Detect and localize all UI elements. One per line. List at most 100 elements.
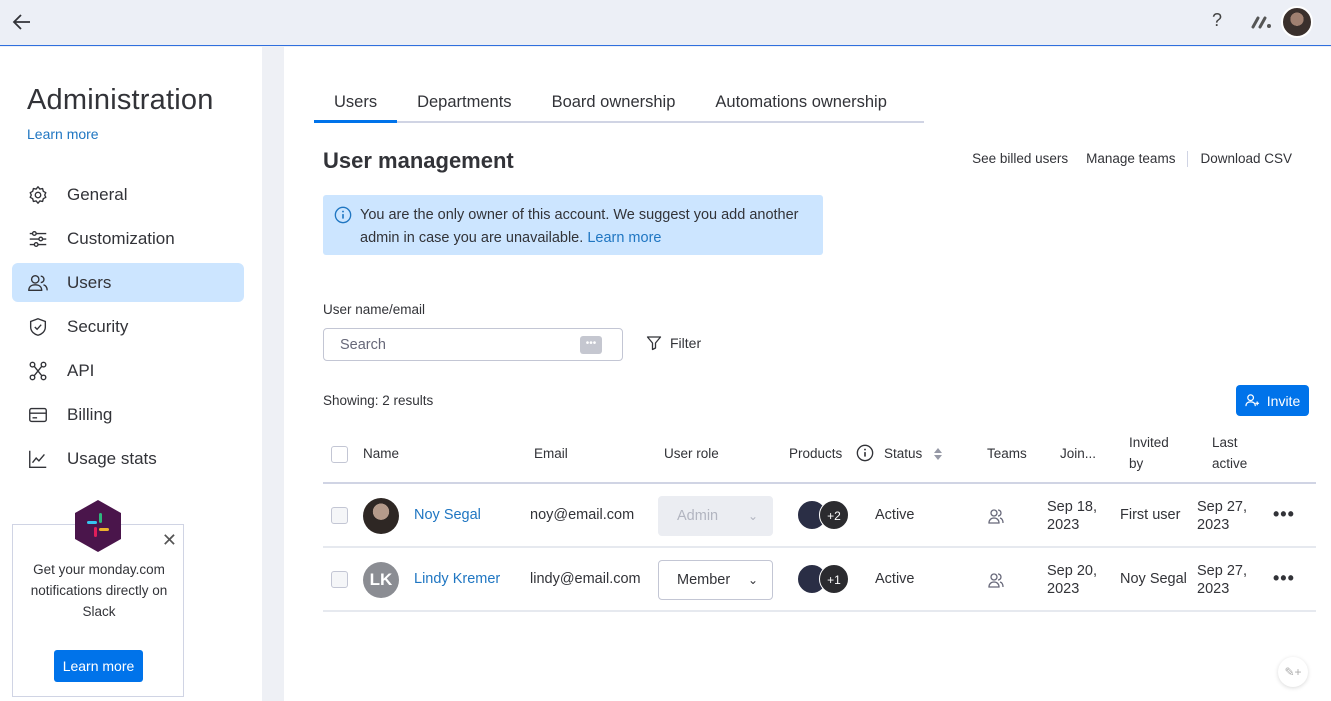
invited-by-value: First user — [1120, 507, 1181, 523]
joined-date: Sep 18, 2023 — [1047, 498, 1097, 534]
main-content: Users Departments Board ownership Automa… — [284, 47, 1331, 701]
search-box: ••• — [323, 328, 623, 361]
sidebar-learn-more-link[interactable]: Learn more — [27, 126, 99, 142]
col-email[interactable]: Email — [534, 443, 568, 464]
api-icon — [29, 361, 47, 380]
user-email: lindy@email.com — [530, 571, 641, 587]
filter-icon — [646, 336, 662, 351]
col-user-role[interactable]: User role — [664, 443, 719, 464]
users-table: Name Email User role Products Status Tea… — [323, 425, 1316, 612]
status-value: Active — [875, 571, 915, 587]
monday-logo-icon — [1251, 16, 1271, 29]
products-cell: +2 — [797, 500, 857, 532]
user-avatar[interactable] — [1281, 6, 1313, 38]
col-status[interactable]: Status — [884, 443, 922, 464]
sidebar-item-label: Security — [67, 316, 129, 336]
sidebar-item-label: API — [67, 360, 95, 380]
alert-message: You are the only owner of this account. … — [360, 204, 810, 250]
last-active-date: Sep 27, 2023 — [1197, 498, 1247, 534]
tab-users[interactable]: Users — [314, 87, 398, 123]
sidebar-item-label: Users — [67, 272, 112, 292]
invited-by-value: Noy Segal — [1120, 571, 1187, 587]
user-name-link[interactable]: Noy Segal — [414, 507, 481, 523]
teams-icon[interactable] — [987, 507, 1005, 525]
results-count: Showing: 2 results — [323, 393, 434, 408]
search-label: User name/email — [323, 302, 426, 317]
col-products[interactable]: Products — [789, 443, 842, 464]
tab-automations-ownership[interactable]: Automations ownership — [695, 87, 907, 123]
invite-button[interactable]: Invite — [1236, 385, 1309, 416]
user-email: noy@email.com — [530, 507, 635, 523]
tab-board-ownership[interactable]: Board ownership — [532, 87, 696, 123]
search-input[interactable] — [324, 329, 574, 360]
sidebar-item-billing[interactable]: Billing — [12, 395, 244, 434]
products-more-badge[interactable]: +1 — [819, 564, 849, 594]
sliders-icon — [29, 230, 47, 247]
filter-button[interactable]: Filter — [646, 335, 701, 351]
col-invited-by-line1: Invited — [1129, 435, 1169, 450]
sidebar-item-security[interactable]: Security — [12, 307, 244, 346]
col-last-active[interactable]: Last active — [1212, 432, 1247, 474]
table-header: Name Email User role Products Status Tea… — [323, 425, 1316, 484]
row-menu-button[interactable]: ••• — [1273, 504, 1295, 525]
promo-learn-more-button[interactable]: Learn more — [54, 650, 143, 682]
select-all-checkbox[interactable] — [331, 446, 348, 463]
help-button[interactable]: ? — [1212, 10, 1222, 31]
row-checkbox[interactable] — [331, 571, 348, 588]
role-dropdown: Admin ⌄ — [658, 496, 773, 536]
col-invited-by[interactable]: Invited by — [1129, 432, 1169, 474]
manage-teams-link[interactable]: Manage teams — [1077, 151, 1184, 167]
row-checkbox[interactable] — [331, 507, 348, 524]
tab-bar: Users Departments Board ownership Automa… — [314, 87, 924, 123]
chevron-down-icon: ⌄ — [747, 573, 758, 587]
col-last-active-line2: active — [1212, 456, 1248, 471]
divider — [1187, 151, 1189, 167]
role-dropdown[interactable]: Member ⌄ — [658, 560, 773, 600]
col-joined[interactable]: Join... — [1060, 443, 1096, 464]
teams-icon[interactable] — [987, 571, 1005, 589]
slack-hexagon-icon — [75, 500, 121, 552]
invite-label: Invite — [1266, 392, 1301, 409]
credit-card-icon — [29, 407, 47, 422]
avatar — [363, 498, 399, 534]
sort-icon[interactable] — [933, 447, 943, 461]
sidebar-item-label: Customization — [67, 228, 175, 248]
joined-line1: Sep 18, — [1047, 499, 1097, 515]
sidebar-item-usage-stats[interactable]: Usage stats — [12, 439, 244, 478]
download-csv-link[interactable]: Download CSV — [1191, 151, 1301, 167]
sidebar-item-customization[interactable]: Customization — [12, 219, 244, 258]
ellipsis-icon[interactable]: ••• — [580, 336, 602, 354]
ai-assistant-icon[interactable]: ✎+ — [1278, 657, 1308, 687]
products-more-badge[interactable]: +2 — [819, 500, 849, 530]
slack-promo-card: ✕ Get your monday.com notifications dire… — [12, 500, 184, 697]
role-value: Admin — [677, 508, 719, 524]
col-name[interactable]: Name — [363, 443, 399, 464]
role-value: Member — [677, 572, 731, 588]
sidebar-item-general[interactable]: General — [12, 175, 244, 214]
shield-icon — [29, 317, 47, 336]
sidebar-nav: General Customization Users Security API… — [12, 175, 244, 483]
last-active-line2: 2023 — [1197, 517, 1230, 533]
see-billed-users-link[interactable]: See billed users — [963, 151, 1077, 167]
user-name-link[interactable]: Lindy Kremer — [414, 571, 500, 587]
status-value: Active — [875, 507, 915, 523]
joined-line1: Sep 20, — [1047, 563, 1097, 579]
users-icon — [28, 274, 48, 291]
info-icon[interactable] — [856, 444, 874, 462]
col-last-active-line1: Last — [1212, 435, 1238, 450]
col-teams[interactable]: Teams — [987, 443, 1027, 464]
close-icon[interactable]: ✕ — [162, 531, 177, 549]
sidebar-item-users[interactable]: Users — [12, 263, 244, 302]
tab-departments[interactable]: Departments — [397, 87, 531, 123]
sidebar-title: Administration — [27, 84, 214, 116]
col-invited-by-line2: by — [1129, 456, 1144, 471]
row-menu-button[interactable]: ••• — [1273, 568, 1295, 589]
chart-line-icon — [29, 450, 47, 468]
alert-learn-more-link[interactable]: Learn more — [587, 230, 661, 246]
gear-icon — [29, 185, 47, 204]
sidebar-item-api[interactable]: API — [12, 351, 244, 390]
filter-label: Filter — [670, 335, 702, 351]
back-arrow-icon[interactable] — [10, 10, 34, 34]
promo-text: Get your monday.com notifications direct… — [30, 562, 168, 619]
products-cell: +1 — [797, 564, 857, 596]
